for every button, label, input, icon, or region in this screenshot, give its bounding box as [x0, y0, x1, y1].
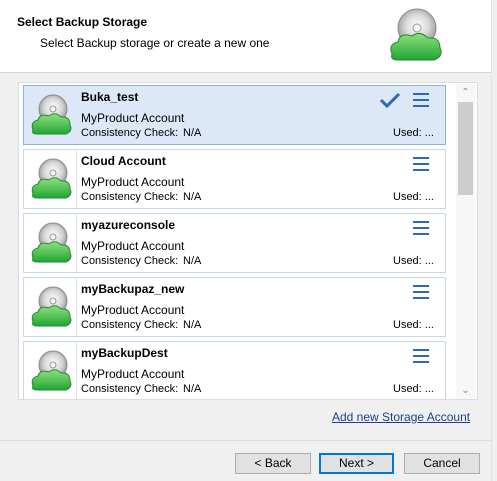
page-subtitle: Select Backup storage or create a new on…: [40, 36, 270, 50]
hamburger-menu-icon[interactable]: [413, 284, 429, 300]
storage-card[interactable]: myBackupDest MyProduct Account Consisten…: [23, 341, 446, 399]
cloud-disc-icon: [27, 220, 75, 268]
cloud-disc-icon: [27, 92, 75, 140]
storage-name: myBackupaz_new: [81, 282, 185, 296]
card-divider: [76, 342, 77, 399]
back-button[interactable]: < Back: [235, 453, 311, 474]
hamburger-menu-icon[interactable]: [413, 220, 429, 236]
storage-name: myBackupDest: [81, 346, 168, 360]
wizard-header: Select Backup Storage Select Backup stor…: [0, 0, 497, 73]
used-space-label: Used: ...: [393, 319, 434, 331]
card-divider: [76, 86, 77, 144]
storage-card[interactable]: Buka_test MyProduct Account Consistency …: [23, 85, 446, 145]
storage-account: MyProduct Account: [81, 367, 185, 381]
cloud-disc-icon: [27, 156, 75, 204]
consistency-check-label: Consistency Check:: [81, 383, 179, 395]
used-space-label: Used: ...: [393, 191, 434, 203]
storage-card[interactable]: Cloud Account MyProduct Account Consiste…: [23, 149, 446, 209]
hamburger-menu-icon[interactable]: [413, 92, 429, 108]
storage-account: MyProduct Account: [81, 303, 185, 317]
next-button[interactable]: Next >: [319, 453, 394, 474]
cloud-disc-icon: [390, 8, 442, 61]
consistency-check-label: Consistency Check:: [81, 255, 179, 267]
storage-account: MyProduct Account: [81, 111, 185, 125]
vertical-scrollbar[interactable]: ⌃ ⌄: [456, 84, 475, 399]
checkmark-icon: [379, 92, 401, 109]
cancel-button[interactable]: Cancel: [404, 453, 480, 474]
hamburger-menu-icon[interactable]: [413, 348, 429, 364]
storage-name: myazureconsole: [81, 218, 176, 232]
window-edge: [491, 0, 497, 481]
consistency-check-label: Consistency Check:: [81, 319, 179, 331]
storage-list[interactable]: Buka_test MyProduct Account Consistency …: [18, 82, 478, 400]
storage-name: Cloud Account: [81, 154, 166, 168]
storage-account: MyProduct Account: [81, 175, 185, 189]
consistency-check-value: N/A: [183, 127, 202, 139]
consistency-check-label: Consistency Check:: [81, 127, 179, 139]
consistency-check-value: N/A: [183, 383, 202, 395]
consistency-check-value: N/A: [183, 255, 202, 267]
used-space-label: Used: ...: [393, 255, 434, 267]
card-divider: [76, 214, 77, 272]
storage-card[interactable]: myBackupaz_new MyProduct Account Consist…: [23, 277, 446, 337]
page-title: Select Backup Storage: [17, 15, 148, 29]
card-divider: [76, 278, 77, 336]
consistency-check-label: Consistency Check:: [81, 191, 179, 203]
cloud-disc-icon: [27, 284, 75, 332]
storage-account: MyProduct Account: [81, 239, 185, 253]
cloud-disc-icon: [27, 348, 75, 396]
scroll-thumb[interactable]: [458, 102, 473, 195]
consistency-check-value: N/A: [183, 319, 202, 331]
used-space-label: Used: ...: [393, 383, 434, 395]
storage-name: Buka_test: [81, 90, 139, 104]
scroll-down-arrow-icon[interactable]: ⌄: [456, 382, 475, 399]
footer-divider: [0, 440, 497, 441]
used-space-label: Used: ...: [393, 127, 434, 139]
scroll-up-arrow-icon[interactable]: ⌃: [456, 84, 475, 101]
add-storage-account-link[interactable]: Add new Storage Account: [332, 410, 470, 424]
consistency-check-value: N/A: [183, 191, 202, 203]
hamburger-menu-icon[interactable]: [413, 156, 429, 172]
card-divider: [76, 150, 77, 208]
storage-card[interactable]: myazureconsole MyProduct Account Consist…: [23, 213, 446, 273]
